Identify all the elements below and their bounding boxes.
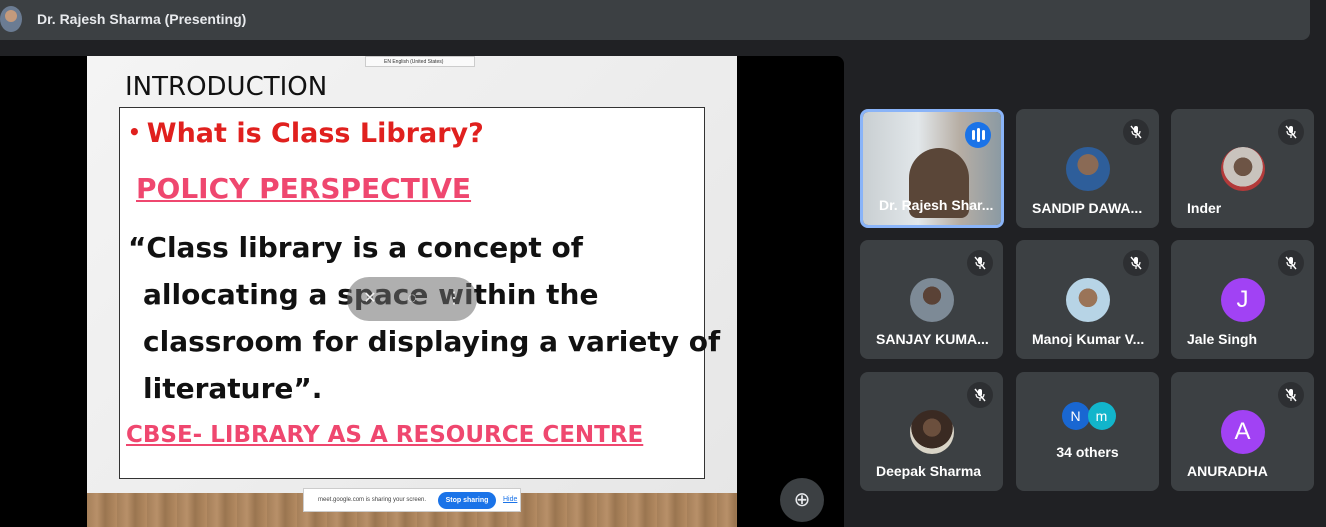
participant-name: Manoj Kumar V... — [1032, 331, 1145, 347]
participant-photo — [909, 278, 954, 322]
quote-line: “Class library is a concept of — [128, 231, 583, 264]
participant-tile[interactable]: SANDIP DAWA... — [1016, 109, 1159, 228]
participant-tile[interactable]: N m 34 others — [1016, 372, 1159, 491]
bullet-text: What is Class Library? — [146, 118, 484, 149]
slide-bullet-question: • What is Class Library? — [128, 118, 484, 149]
mic-off-icon — [967, 250, 993, 276]
presentation-stage: EN English (United States) INTRODUCTION … — [0, 56, 844, 527]
speaking-indicator-icon — [965, 122, 991, 148]
quote-line: classroom for displaying a variety of — [143, 325, 721, 358]
screen-share-bar: meet.google.com is sharing your screen. … — [303, 488, 521, 512]
participant-tile[interactable]: Inder — [1171, 109, 1314, 228]
participant-initial: A — [1220, 410, 1265, 454]
others-initial: m — [1087, 402, 1116, 430]
participant-name: SANJAY KUMA... — [876, 331, 989, 347]
mic-off-icon — [1278, 250, 1304, 276]
participant-tile[interactable]: A ANURADHA — [1171, 372, 1314, 491]
participant-tile[interactable]: J Jale Singh — [1171, 240, 1314, 359]
others-avatars: N m — [1061, 402, 1118, 432]
presenter-bar: Dr. Rajesh Sharma (Presenting) — [0, 0, 1310, 40]
participant-tile[interactable]: Manoj Kumar V... — [1016, 240, 1159, 359]
participant-name: Inder — [1187, 200, 1222, 216]
others-count: 34 others — [1056, 444, 1119, 460]
participant-name: Jale Singh — [1187, 331, 1258, 347]
bullet-dot: • — [128, 120, 141, 144]
participant-photo — [909, 410, 954, 454]
participant-name: SANDIP DAWA... — [1032, 200, 1143, 216]
mic-off-icon — [1278, 382, 1304, 408]
policy-heading: POLICY PERSPECTIVE — [136, 172, 472, 205]
tile-overlay-controls: ✕ ◌ ⋮ — [347, 277, 477, 321]
participant-tile[interactable]: SANJAY KUMA... — [860, 240, 1003, 359]
hide-link[interactable]: Hide — [503, 496, 517, 503]
others-initial: N — [1061, 402, 1090, 430]
presenter-name: Dr. Rajesh Sharma (Presenting) — [37, 11, 247, 27]
participant-tile[interactable]: Dr. Rajesh Shar... — [860, 109, 1004, 228]
stop-sharing-button[interactable]: Stop sharing — [438, 492, 496, 509]
slide-title: INTRODUCTION — [125, 72, 328, 102]
language-indicator: EN English (United States) — [365, 56, 475, 67]
cbse-link[interactable]: CBSE- LIBRARY AS A RESOURCE CENTRE — [126, 422, 643, 448]
mouse-cursor — [456, 389, 461, 397]
more-options-icon[interactable]: ⋮ — [443, 288, 465, 310]
participant-tile[interactable]: Deepak Sharma — [860, 372, 1003, 491]
mic-off-icon — [967, 382, 993, 408]
presenter-avatar — [0, 6, 22, 32]
mic-off-icon — [1123, 250, 1149, 276]
participant-initial: J — [1220, 278, 1265, 322]
pin-icon[interactable]: ✕ — [359, 288, 381, 310]
participant-photo — [1220, 147, 1265, 191]
participant-name: Dr. Rajesh Shar... — [879, 197, 994, 213]
participant-name: Deepak Sharma — [876, 463, 982, 479]
quote-line: literature”. — [143, 372, 323, 405]
participant-photo — [1065, 278, 1110, 322]
zoom-icon: ⊕ — [793, 489, 811, 511]
mic-off-icon — [1278, 119, 1304, 145]
mic-off-icon — [1123, 119, 1149, 145]
mute-icon[interactable]: ◌ — [401, 288, 423, 310]
participant-name: ANURADHA — [1187, 463, 1268, 479]
zoom-in-button[interactable]: ⊕ — [780, 478, 824, 522]
participant-photo — [1065, 147, 1110, 191]
share-status-text: meet.google.com is sharing your screen. — [318, 497, 427, 503]
